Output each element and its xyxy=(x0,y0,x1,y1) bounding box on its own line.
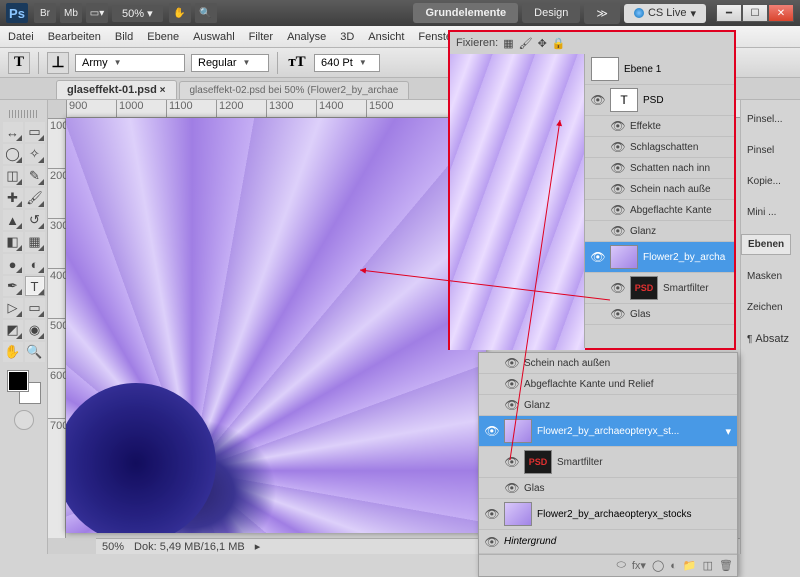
blur-tool-icon[interactable]: ● xyxy=(3,254,23,274)
bridge-icon[interactable]: Br xyxy=(34,3,56,23)
workspace-more-icon[interactable]: ≫ xyxy=(584,3,620,24)
photoshop-logo-icon: Ps xyxy=(6,3,28,23)
lock-paint-icon[interactable]: 🖌 xyxy=(519,37,533,50)
gradient-tool-icon[interactable]: ▦ xyxy=(25,232,45,252)
menu-analyse[interactable]: Analyse xyxy=(287,31,326,43)
stamp-tool-icon[interactable]: ▲ xyxy=(3,210,23,230)
history-brush-icon[interactable]: ↺ xyxy=(25,210,45,230)
workspace-design[interactable]: Design xyxy=(522,3,580,23)
menu-bild[interactable]: Bild xyxy=(115,31,133,43)
screen-mode-icon[interactable]: ▭▾ xyxy=(86,3,108,23)
inset-psd-layer[interactable]: 👁TPSD xyxy=(585,85,734,116)
panel-pinselvorgaben[interactable]: Pinsel... xyxy=(741,110,789,129)
close-button[interactable]: ✕ xyxy=(768,4,794,22)
fx-icon[interactable]: fx▾ xyxy=(632,559,646,572)
lock-move-icon[interactable]: ✥ xyxy=(538,37,547,50)
heal-tool-icon[interactable]: ✚ xyxy=(3,188,23,208)
hand-tool-icon[interactable]: ✋ xyxy=(169,3,191,23)
font-size-icon: тT xyxy=(286,52,308,74)
lock-transp-icon[interactable]: ▦ xyxy=(503,37,513,50)
maximize-button[interactable]: ☐ xyxy=(742,4,768,22)
trash-icon[interactable]: 🗑 xyxy=(719,559,733,572)
toolbox: ↔ ▭ ◯ ✧ ◫ ✎ ✚ 🖌 ▲ ↺ ◧ ▦ ● ◐ ✒ T ▷ ▭ ◩ ◉ … xyxy=(0,100,48,554)
zoom-tool-icon[interactable]: 🔍 xyxy=(25,342,45,362)
title-bar: Ps Br Mb ▭▾ 50% ▾ ✋ 🔍 Grundelemente Desi… xyxy=(0,0,800,26)
type-tool-icon[interactable]: T xyxy=(25,276,45,296)
zoom-inset: Fixieren: ▦ 🖌 ✥ 🔒 Ebene 1 👁TPSD 👁Effekte… xyxy=(448,30,736,350)
marquee-tool-icon[interactable]: ▭ xyxy=(25,122,45,142)
panel-masken[interactable]: Masken xyxy=(741,267,788,286)
document-canvas[interactable] xyxy=(66,118,486,533)
shape-tool-icon[interactable]: ▭ xyxy=(25,298,45,318)
font-style-select[interactable]: Regular▼ xyxy=(191,54,269,72)
fg-color-swatch[interactable] xyxy=(7,370,29,392)
3d-camera-icon[interactable]: ◉ xyxy=(25,320,45,340)
tab-glaseffekt-02[interactable]: glaseffekt-02.psd bei 50% (Flower2_by_ar… xyxy=(179,81,410,99)
mask-icon[interactable]: ◯ xyxy=(652,559,664,572)
status-dok: Dok: 5,49 MB/16,1 MB xyxy=(134,541,245,553)
cs-live-button[interactable]: CS Live ▾ xyxy=(624,4,706,23)
menu-datei[interactable]: Datei xyxy=(8,31,34,43)
panel-pinsel[interactable]: Pinsel xyxy=(741,141,780,160)
dodge-tool-icon[interactable]: ◐ xyxy=(25,254,45,274)
workspace-grundelemente[interactable]: Grundelemente xyxy=(413,3,518,23)
minibridge-icon[interactable]: Mb xyxy=(60,3,82,23)
lasso-tool-icon[interactable]: ◯ xyxy=(3,144,23,164)
tab-glaseffekt-01[interactable]: glaseffekt-01.psd × xyxy=(56,80,177,99)
panel-kopie[interactable]: Kopie... xyxy=(741,172,787,191)
brush-tool-icon[interactable]: 🖌 xyxy=(25,188,45,208)
link-layers-icon[interactable]: ⬭ xyxy=(616,559,625,572)
layer-hintergrund[interactable]: 👁 Hintergrund xyxy=(479,530,737,554)
zoom-select[interactable]: 50% ▾ xyxy=(112,5,163,22)
menu-3d[interactable]: 3D xyxy=(340,31,354,43)
panel-absatz[interactable]: ¶ Absatz xyxy=(741,329,795,349)
menu-filter[interactable]: Filter xyxy=(249,31,273,43)
layers-footer: ⬭ fx▾ ◯ ◐ 📁 ◫ 🗑 xyxy=(479,554,737,576)
layer-smartfilter[interactable]: 👁 PSD Smartfilter xyxy=(479,447,737,478)
layer-flower-selected[interactable]: 👁 Flower2_by_archaeopteryx_st... ▾ xyxy=(479,416,737,447)
psd-thumb-icon: PSD xyxy=(524,450,552,474)
menu-bearbeiten[interactable]: Bearbeiten xyxy=(48,31,101,43)
hand-tool-icon[interactable]: ✋ xyxy=(3,342,23,362)
panel-mini[interactable]: Mini ... xyxy=(741,203,782,222)
inset-layers: Ebene 1 👁TPSD 👁Effekte 👁Schlagschatten 👁… xyxy=(584,54,734,348)
menu-ebene[interactable]: Ebene xyxy=(147,31,179,43)
menu-auswahl[interactable]: Auswahl xyxy=(193,31,235,43)
layer-thumb-icon xyxy=(504,502,532,526)
path-select-icon[interactable]: ▷ xyxy=(3,298,23,318)
lock-all-icon[interactable]: 🔒 xyxy=(552,37,566,50)
panel-dock: Pinsel... Pinsel Kopie... Mini ... Ebene… xyxy=(740,100,800,554)
color-swatches[interactable] xyxy=(7,370,41,404)
eraser-tool-icon[interactable]: ◧ xyxy=(3,232,23,252)
crop-tool-icon[interactable]: ◫ xyxy=(3,166,23,186)
panel-zeichen[interactable]: Zeichen xyxy=(741,298,789,317)
layers-panel-main: 👁Schein nach außen 👁Abgeflachte Kante un… xyxy=(478,352,738,577)
panel-ebenen[interactable]: Ebenen xyxy=(741,234,791,255)
inset-flower-selected[interactable]: 👁Flower2_by_archa xyxy=(585,242,734,273)
new-layer-icon[interactable]: ◫ xyxy=(703,559,713,572)
zoom-tool-icon[interactable]: 🔍 xyxy=(195,3,217,23)
wand-tool-icon[interactable]: ✧ xyxy=(25,144,45,164)
move-tool-icon[interactable]: ↔ xyxy=(3,122,23,142)
inset-canvas-zoom xyxy=(450,54,585,350)
quickmask-icon[interactable] xyxy=(14,410,34,430)
inset-header: Fixieren: ▦ 🖌 ✥ 🔒 xyxy=(450,32,734,54)
inset-ebene1[interactable]: Ebene 1 xyxy=(585,54,734,85)
text-orientation-icon[interactable]: ⊥ xyxy=(47,52,69,74)
pen-tool-icon[interactable]: ✒ xyxy=(3,276,23,296)
menu-ansicht[interactable]: Ansicht xyxy=(368,31,404,43)
status-zoom[interactable]: 50% xyxy=(102,541,124,553)
font-size-select[interactable]: 640 Pt▼ xyxy=(314,54,380,72)
minimize-button[interactable]: ━ xyxy=(716,4,742,22)
font-family-select[interactable]: Army▼ xyxy=(75,54,185,72)
eyedropper-tool-icon[interactable]: ✎ xyxy=(25,166,45,186)
toolbox-grip[interactable] xyxy=(9,110,39,118)
tool-preset-icon[interactable]: T xyxy=(8,52,30,74)
cslive-icon xyxy=(634,8,644,18)
ruler-vertical: 100200300400500600700 xyxy=(48,118,66,538)
folder-icon[interactable]: 📁 xyxy=(683,559,697,572)
layer-thumb-icon xyxy=(504,419,532,443)
layer-flower2[interactable]: 👁 Flower2_by_archaeopteryx_stocks xyxy=(479,499,737,530)
3d-tool-icon[interactable]: ◩ xyxy=(3,320,23,340)
